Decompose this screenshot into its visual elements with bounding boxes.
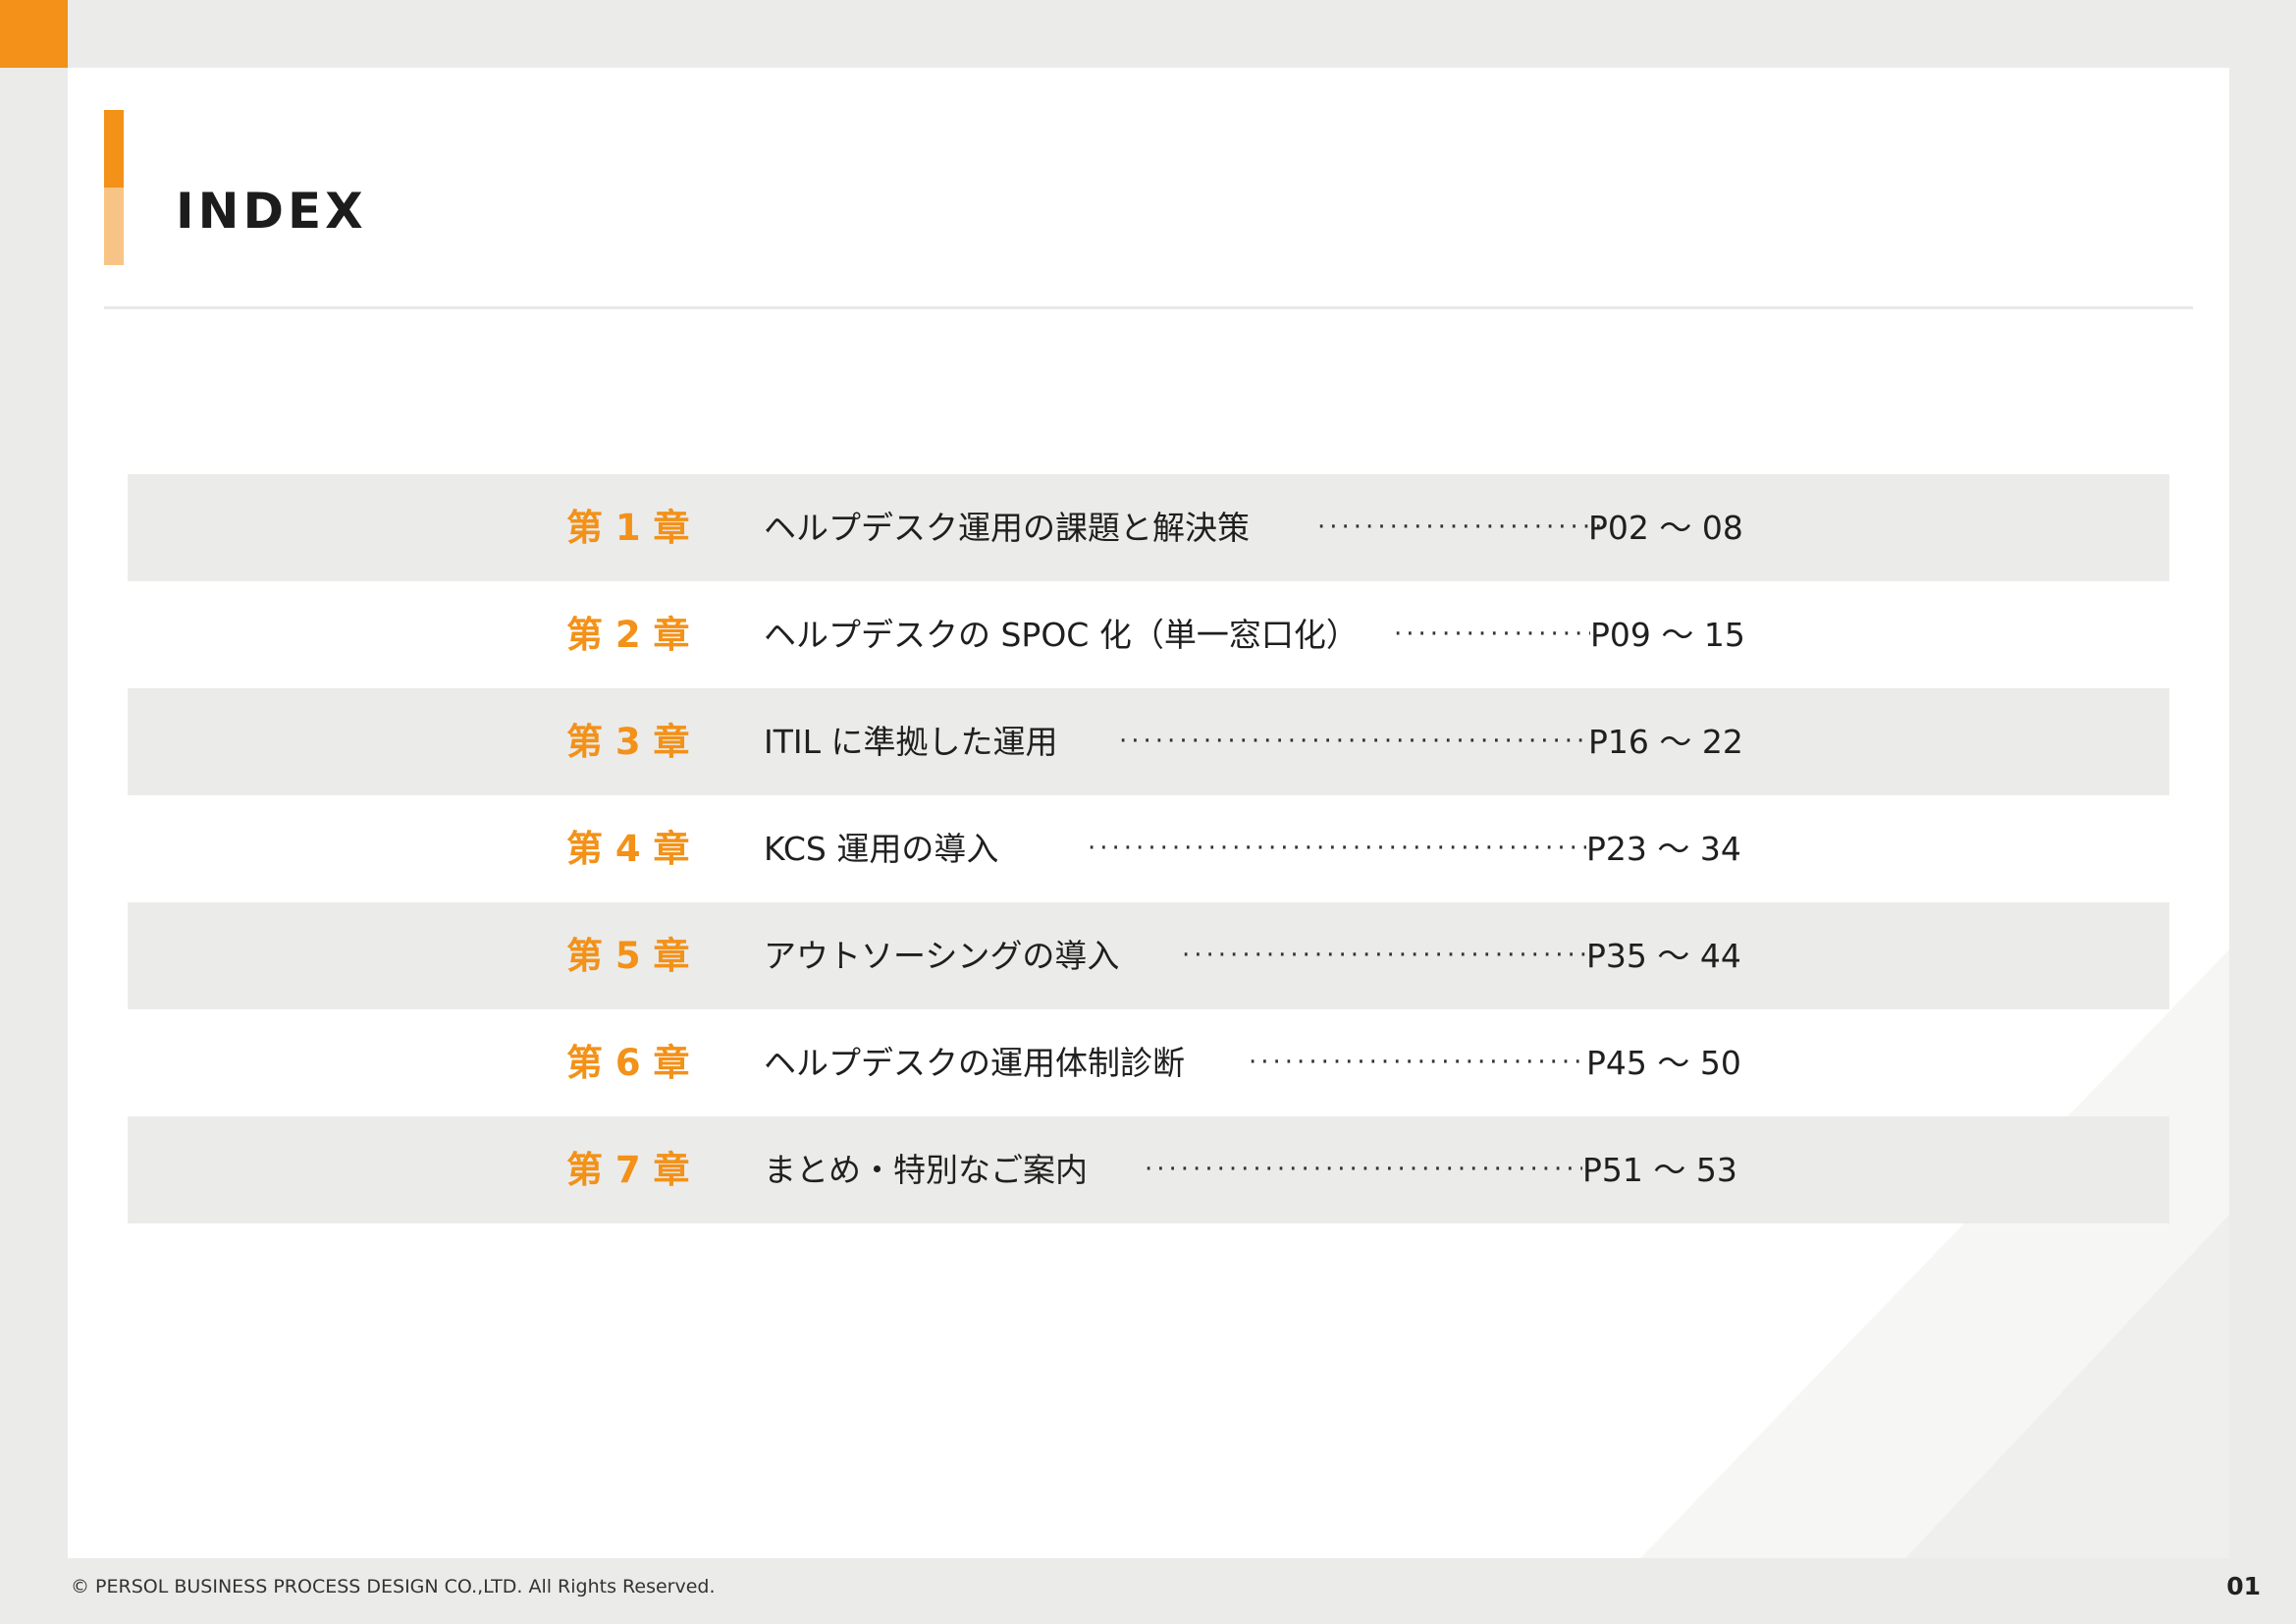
toc-row-1[interactable]: 第 1 章 ヘルプデスク運用の課題と解決策 ··················…: [128, 474, 2169, 581]
dot-leader: ········································…: [1145, 1155, 1582, 1184]
toc-row-5[interactable]: 第 5 章 アウトソーシングの導入 ······················…: [128, 902, 2169, 1009]
chapter-pages: P45 ～ 50: [1586, 1044, 1741, 1082]
chapter-pages: P16 ～ 22: [1588, 723, 1743, 761]
dot-leader: ········································…: [1088, 834, 1586, 863]
toc-row-4[interactable]: 第 4 章 KCS 運用の導入 ························…: [128, 795, 2169, 902]
chapter-pages: P35 ～ 44: [1586, 937, 1741, 975]
dot-leader: ········································…: [1249, 1048, 1586, 1077]
chapter-label: 第 7 章: [566, 1149, 690, 1191]
chapter-label: 第 4 章: [566, 828, 690, 870]
chapter-title: ヘルプデスクの運用体制診断: [764, 1044, 1185, 1082]
decorative-triangle: [1905, 1215, 2229, 1558]
copyright-notice: © PERSOL BUSINESS PROCESS DESIGN CO.,LTD…: [71, 1576, 716, 1597]
toc-row-3[interactable]: 第 3 章 ITIL に準拠した運用 ·····················…: [128, 688, 2169, 795]
chapter-pages: P51 ～ 53: [1582, 1151, 1737, 1189]
chapter-label: 第 1 章: [566, 507, 690, 549]
dot-leader: ········································…: [1119, 727, 1588, 756]
page-title: INDEX: [176, 183, 367, 240]
chapter-title: まとめ・特別なご案内: [764, 1151, 1088, 1189]
chapter-title: ヘルプデスクの SPOC 化（単一窓口化）: [764, 616, 1359, 654]
page-sheet: INDEX 第 1 章 ヘルプデスク運用の課題と解決策 ············…: [68, 68, 2229, 1558]
page-number: 01: [2226, 1572, 2261, 1600]
chapter-label: 第 3 章: [566, 721, 690, 763]
chapter-label: 第 2 章: [566, 614, 690, 656]
chapter-label: 第 5 章: [566, 935, 690, 977]
chapter-pages: P09 ～ 15: [1590, 616, 1745, 654]
chapter-pages: P02 ～ 08: [1588, 509, 1743, 547]
toc-row-7[interactable]: 第 7 章 まとめ・特別なご案内 ·······················…: [128, 1116, 2169, 1223]
title-accent-bar-light: [104, 188, 124, 265]
chapter-title: KCS 運用の導入: [764, 830, 999, 868]
dot-leader: ········································…: [1317, 513, 1608, 542]
chapter-label: 第 6 章: [566, 1042, 690, 1084]
toc-row-6[interactable]: 第 6 章 ヘルプデスクの運用体制診断 ····················…: [128, 1009, 2169, 1116]
chapter-pages: P23 ～ 34: [1586, 830, 1741, 868]
toc-row-2[interactable]: 第 2 章 ヘルプデスクの SPOC 化（単一窓口化） ············…: [128, 581, 2169, 688]
chapter-title: アウトソーシングの導入: [764, 937, 1120, 975]
title-accent-bar: [104, 110, 124, 188]
dot-leader: ········································…: [1182, 941, 1586, 970]
corner-accent-tab: [0, 0, 68, 68]
chapter-title: ITIL に準拠した運用: [764, 723, 1058, 761]
title-divider: [104, 306, 2193, 309]
dot-leader: ········································…: [1394, 620, 1590, 649]
chapter-title: ヘルプデスク運用の課題と解決策: [764, 509, 1250, 547]
